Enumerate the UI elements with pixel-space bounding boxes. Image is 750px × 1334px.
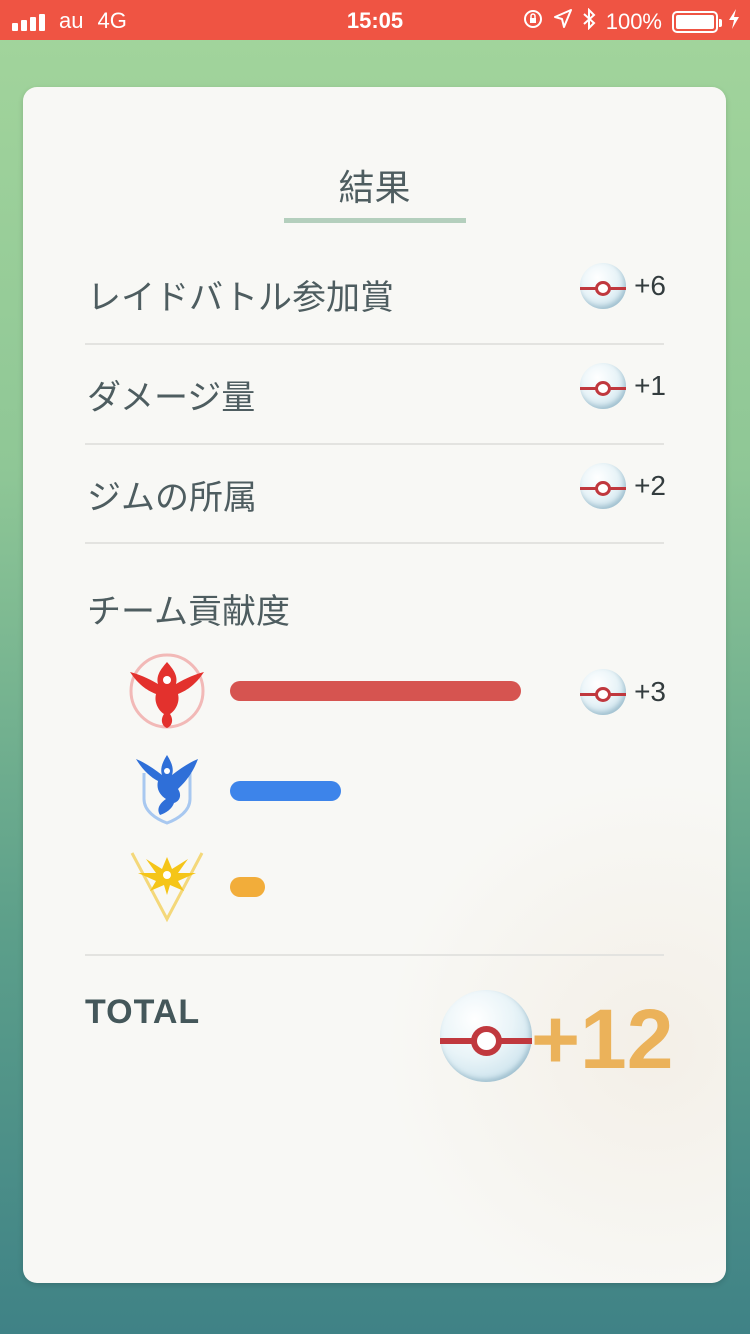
team-contribution-label: チーム貢献度 xyxy=(87,592,290,632)
title-underline xyxy=(284,218,466,223)
team-mystic-icon xyxy=(126,747,208,829)
divider xyxy=(85,343,664,345)
premier-ball-icon xyxy=(580,363,627,409)
row-reward-raid-participation: +6 xyxy=(580,263,666,309)
total-value: +12 xyxy=(531,992,674,1086)
divider xyxy=(85,954,664,956)
divider xyxy=(85,542,664,544)
row-reward-gym-control: +2 xyxy=(580,463,666,509)
reward-count: +2 xyxy=(634,470,666,501)
premier-ball-icon xyxy=(580,463,627,509)
row-reward-team-contribution: +3 xyxy=(580,669,666,715)
location-arrow-icon xyxy=(553,9,572,35)
divider xyxy=(85,443,664,445)
team-valor-icon xyxy=(126,650,208,732)
team-mystic-contribution-bar xyxy=(230,781,341,801)
team-instinct-icon xyxy=(126,843,208,925)
row-label-damage: ダメージ量 xyxy=(87,378,256,418)
reward-count: +3 xyxy=(634,676,666,707)
row-label-gym-control: ジムの所属 xyxy=(87,478,257,518)
row-label-raid-participation: レイドバトル参加賞 xyxy=(87,278,395,318)
bluetooth-icon xyxy=(582,7,596,36)
battery-icon xyxy=(672,11,722,33)
row-reward-damage: +1 xyxy=(580,363,666,409)
status-bar: au 4G 15:05 100% xyxy=(0,0,750,40)
team-valor-contribution-bar xyxy=(230,681,521,701)
premier-ball-icon xyxy=(580,263,627,309)
page-title: 結果 xyxy=(338,168,411,209)
reward-count: +6 xyxy=(634,270,666,301)
team-instinct-contribution-bar xyxy=(230,877,265,897)
results-card: 結果 レイドバトル参加賞 +6 ダメージ量 +1 ジムの所属 +2 チーム貢献度… xyxy=(23,87,726,1283)
battery-percentage: 100% xyxy=(605,9,662,34)
charging-bolt-icon xyxy=(728,8,740,36)
total-label: TOTAL xyxy=(85,993,201,1031)
reward-count: +1 xyxy=(634,370,666,401)
premier-ball-icon xyxy=(580,669,627,715)
rotation-lock-icon xyxy=(522,8,544,36)
premier-ball-icon xyxy=(440,990,532,1082)
